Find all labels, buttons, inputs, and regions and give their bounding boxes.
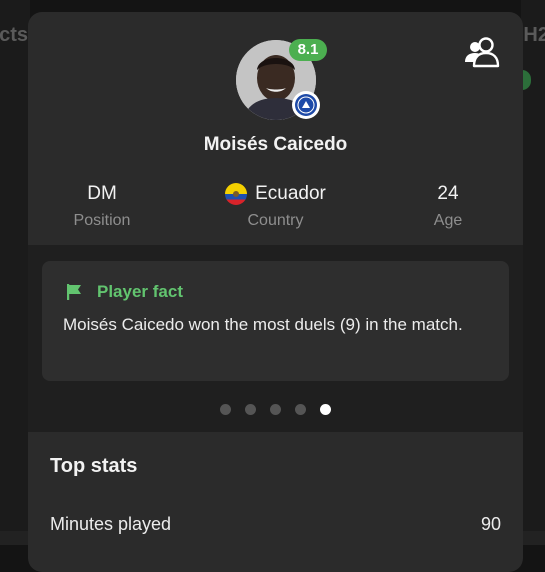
country-value: Ecuador [255, 183, 326, 204]
background-bottom-right [521, 531, 545, 545]
player-modal: 8.1 Moisés Caicedo DM Position Ecuador C… [28, 12, 523, 572]
info-position: DM Position [58, 182, 146, 230]
fact-pager [220, 404, 331, 415]
player-fact-section: Player fact Moisés Caicedo won the most … [28, 245, 523, 432]
background-tab-right: H2 [523, 24, 545, 46]
background-page-left [0, 0, 30, 545]
position-value: DM [87, 183, 117, 204]
background-tab-left: acts [0, 24, 29, 46]
country-value-row: Ecuador [208, 182, 343, 206]
pager-dot-active[interactable] [320, 404, 331, 415]
flag-icon [64, 282, 84, 302]
player-fact-title: Player fact [97, 282, 183, 301]
pager-dot[interactable] [270, 404, 281, 415]
background-bottom-left [0, 531, 30, 545]
player-fact-card[interactable]: Player fact Moisés Caicedo won the most … [42, 261, 509, 381]
age-value: 24 [437, 183, 459, 204]
stat-label: Minutes played [50, 514, 172, 534]
top-stats-title: Top stats [50, 455, 138, 477]
ecuador-flag-icon [225, 183, 248, 205]
info-age: 24 Age [418, 182, 478, 230]
player-profile-icon[interactable] [464, 36, 500, 68]
chelsea-badge-icon [292, 91, 320, 119]
age-label: Age [433, 212, 463, 229]
pager-dot[interactable] [220, 404, 231, 415]
stat-value: 90 [480, 514, 501, 534]
stat-row-minutes-played: Minutes played 90 [28, 512, 523, 540]
pager-dot[interactable] [295, 404, 306, 415]
country-label: Country [247, 212, 304, 229]
player-fact-text: Moisés Caicedo won the most duels (9) in… [63, 315, 463, 334]
position-label: Position [73, 212, 131, 229]
pager-dot[interactable] [245, 404, 256, 415]
info-country: Ecuador Country [208, 182, 343, 230]
player-name: Moisés Caicedo [203, 134, 348, 155]
player-rating-badge: 8.1 [289, 39, 327, 61]
